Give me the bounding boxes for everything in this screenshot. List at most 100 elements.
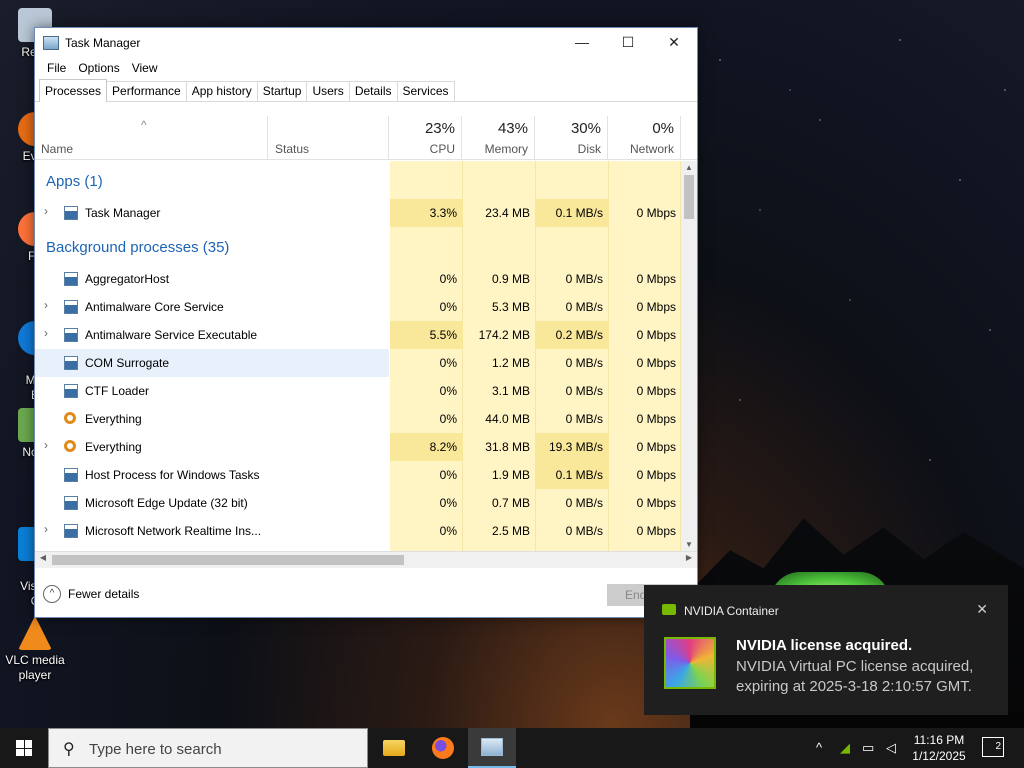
expand-chevron-icon[interactable]: › xyxy=(44,326,48,340)
process-network: 0 Mbps xyxy=(636,328,676,342)
column-header-disk[interactable]: 30% Disk xyxy=(536,116,608,160)
expand-chevron-icon[interactable]: › xyxy=(44,204,48,218)
process-cpu: 0% xyxy=(439,412,457,426)
tray-nvidia-icon[interactable]: ◢ xyxy=(840,740,850,756)
tab-processes[interactable]: Processes xyxy=(39,79,108,102)
menu-file[interactable]: File xyxy=(41,61,72,75)
tab-app-history[interactable]: App history xyxy=(185,81,258,101)
toast-body: NVIDIA Virtual PC license acquired, expi… xyxy=(736,658,974,695)
scroll-left-arrow-icon[interactable]: ◀ xyxy=(35,553,51,562)
process-memory: 0.9 MB xyxy=(491,272,530,286)
process-disk: 0.1 MB/s xyxy=(555,206,603,220)
everything-search-icon xyxy=(64,440,76,452)
taskbar-clock[interactable]: 11:16 PM 1/12/2025 xyxy=(908,732,970,764)
fewer-details-button[interactable]: ^ Fewer details xyxy=(43,585,139,603)
process-row[interactable]: › Everything 8.2% 31.8 MB 19.3 MB/s 0 Mbps xyxy=(35,433,681,461)
column-header-cpu[interactable]: 23% CPU xyxy=(390,116,462,160)
vertical-scroll-thumb[interactable] xyxy=(684,175,694,219)
scroll-right-arrow-icon[interactable]: ▶ xyxy=(681,553,697,562)
process-window-icon xyxy=(64,272,78,286)
process-network: 0 Mbps xyxy=(636,356,676,370)
process-disk: 19.3 MB/s xyxy=(548,440,603,454)
process-network: 0 Mbps xyxy=(636,412,676,426)
column-header-name[interactable]: ^ Name xyxy=(35,116,268,160)
group-header-apps[interactable]: Apps (1) xyxy=(46,173,103,190)
column-label-cpu: CPU xyxy=(429,142,455,156)
tab-users[interactable]: Users xyxy=(306,81,350,101)
desktop-icon-vlc[interactable]: VLC media player xyxy=(0,616,70,683)
process-row[interactable]: AggregatorHost 0% 0.9 MB 0 MB/s 0 Mbps xyxy=(35,265,681,293)
folder-icon xyxy=(383,740,405,756)
process-network: 0 Mbps xyxy=(636,272,676,286)
process-disk: 0 MB/s xyxy=(565,300,603,314)
column-header-row: ^ Name Status 23% CPU 43% Memory 30% Dis… xyxy=(35,116,697,160)
process-cpu: 0% xyxy=(439,384,457,398)
tab-services[interactable]: Services xyxy=(396,81,455,101)
process-cpu: 0% xyxy=(439,356,457,370)
taskbar-file-explorer[interactable] xyxy=(370,728,418,768)
process-row[interactable]: › Task Manager 3.3% 23.4 MB 0.1 MB/s 0 Mbps xyxy=(35,199,681,227)
process-cpu: 0% xyxy=(439,496,457,510)
process-list: Apps (1) Background processes (35) › Task… xyxy=(35,161,681,551)
close-button[interactable]: ✕ xyxy=(651,28,697,56)
maximize-button[interactable]: ☐ xyxy=(605,28,651,56)
process-row[interactable]: Host Process for Windows Tasks 0% 1.9 MB 0.… xyxy=(35,461,681,489)
tab-performance[interactable]: Performance xyxy=(106,81,187,101)
search-placeholder: Type here to search xyxy=(89,741,222,758)
process-cpu: 0% xyxy=(439,272,457,286)
scroll-up-arrow-icon[interactable]: ▲ xyxy=(681,163,697,172)
task-manager-window: Task Manager — ☐ ✕ File Options View Pro… xyxy=(34,27,698,618)
taskbar-search-box[interactable]: ⚲ Type here to search xyxy=(48,728,368,768)
tray-chevron-up-icon[interactable]: ^ xyxy=(816,740,822,755)
process-row[interactable]: › Microsoft Network Realtime Ins... 0% 2.5 … xyxy=(35,517,681,545)
notification-toast[interactable]: NVIDIA Container ✕ NVIDIA license acquir… xyxy=(644,585,1008,715)
tab-details[interactable]: Details xyxy=(348,81,398,101)
expand-chevron-icon[interactable]: › xyxy=(44,522,48,536)
column-header-memory[interactable]: 43% Memory xyxy=(463,116,535,160)
process-name: Antimalware Core Service xyxy=(85,300,224,314)
tray-network-icon[interactable]: ▭ xyxy=(862,740,874,756)
menu-view[interactable]: View xyxy=(126,61,164,75)
tab-startup[interactable]: Startup xyxy=(256,81,308,101)
process-memory: 0.7 MB xyxy=(491,496,530,510)
column-header-status[interactable]: Status xyxy=(269,116,389,160)
process-disk: 0 MB/s xyxy=(565,272,603,286)
toast-close-icon[interactable]: ✕ xyxy=(976,601,988,618)
process-row[interactable]: COM Surrogate 0% 1.2 MB 0 MB/s 0 Mbps xyxy=(35,349,681,377)
horizontal-scroll-thumb[interactable] xyxy=(52,555,404,565)
search-icon: ⚲ xyxy=(63,741,75,758)
cpu-total-percent: 23% xyxy=(424,120,455,137)
taskbar-firefox[interactable] xyxy=(419,728,467,768)
tray-volume-muted-icon[interactable]: ◁ xyxy=(886,740,896,756)
column-label-name: Name xyxy=(41,142,74,156)
vertical-scrollbar[interactable]: ▲ ▼ xyxy=(681,161,697,551)
process-row[interactable]: › Antimalware Service Executable 5.5% 174.2… xyxy=(35,321,681,349)
column-header-network[interactable]: 0% Network xyxy=(609,116,681,160)
disk-total-percent: 30% xyxy=(570,120,601,137)
process-row[interactable]: Everything 0% 44.0 MB 0 MB/s 0 Mbps xyxy=(35,405,681,433)
footer-bar: ^ Fewer details End xyxy=(35,569,697,617)
expand-chevron-icon[interactable]: › xyxy=(44,298,48,312)
minimize-button[interactable]: — xyxy=(559,28,605,56)
process-memory: 1.2 MB xyxy=(491,356,530,370)
process-window-icon xyxy=(64,328,78,342)
process-row[interactable]: CTF Loader 0% 3.1 MB 0 MB/s 0 Mbps xyxy=(35,377,681,405)
process-row[interactable]: Microsoft Edge Update (32 bit) 0% 0.7 MB 0 … xyxy=(35,489,681,517)
start-button[interactable] xyxy=(0,728,48,768)
process-name: Antimalware Service Executable xyxy=(85,328,258,342)
group-header-background[interactable]: Background processes (35) xyxy=(46,239,229,256)
process-row[interactable]: › Antimalware Core Service 0% 5.3 MB 0 MB/s 0… xyxy=(35,293,681,321)
scroll-down-arrow-icon[interactable]: ▼ xyxy=(681,540,697,549)
menu-options[interactable]: Options xyxy=(72,61,125,75)
process-disk: 0 MB/s xyxy=(565,356,603,370)
process-disk: 0 MB/s xyxy=(565,384,603,398)
title-bar[interactable]: Task Manager — ☐ ✕ xyxy=(35,28,697,58)
notification-center-button[interactable]: 2 xyxy=(982,737,1004,757)
chevron-up-icon: ^ xyxy=(43,585,61,603)
taskbar-task-manager[interactable] xyxy=(468,728,516,768)
tab-bar: Processes Performance App history Startu… xyxy=(35,78,697,102)
horizontal-scrollbar[interactable]: ◀ ▶ xyxy=(35,551,697,568)
process-cpu: 5.5% xyxy=(429,328,457,342)
expand-chevron-icon[interactable]: › xyxy=(44,438,48,452)
process-name: Everything xyxy=(85,412,142,426)
